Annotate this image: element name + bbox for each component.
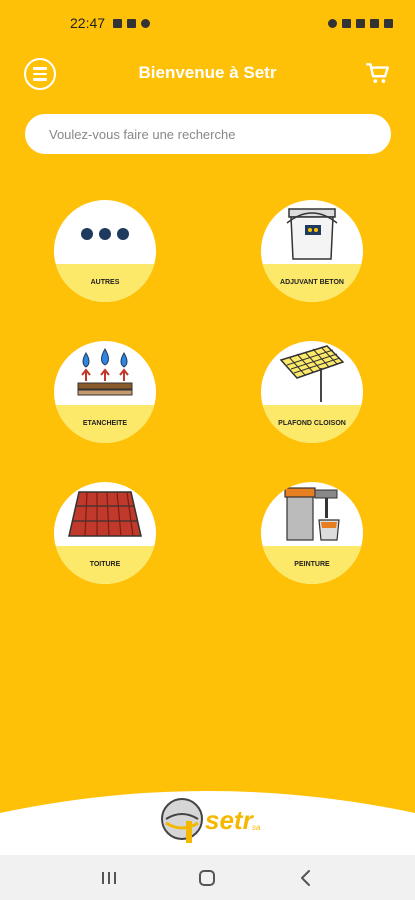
battery-icon bbox=[384, 18, 393, 28]
system-nav-bar bbox=[0, 855, 415, 900]
category-toiture[interactable]: TOITURE bbox=[54, 482, 156, 584]
category-label: ETANCHEITE bbox=[54, 405, 156, 443]
signal-2-icon bbox=[370, 18, 379, 28]
more-dots-icon bbox=[54, 200, 156, 264]
menu-icon-line bbox=[33, 72, 47, 76]
brand-name: setr bbox=[205, 805, 253, 835]
cart-icon[interactable] bbox=[365, 60, 391, 86]
signal-icon bbox=[342, 18, 351, 28]
ceiling-frame-icon bbox=[261, 341, 363, 405]
paint-tools-icon bbox=[261, 482, 363, 546]
status-time: 22:47 bbox=[70, 15, 106, 31]
home-button[interactable] bbox=[195, 866, 219, 890]
footer: setr sa bbox=[0, 783, 415, 855]
category-label: ADJUVANT BETON bbox=[261, 264, 363, 302]
cloud-icon bbox=[141, 18, 151, 28]
alarm-icon bbox=[328, 18, 337, 28]
status-notification-icons bbox=[113, 18, 151, 28]
status-system-icons bbox=[328, 18, 393, 28]
recent-apps-button[interactable] bbox=[97, 866, 121, 890]
page-title: Bienvenue à Setr bbox=[138, 63, 277, 82]
roof-tiles-icon bbox=[54, 482, 156, 546]
category-plafond-cloison[interactable]: PLAFOND CLOISON bbox=[261, 341, 363, 443]
menu-icon-line bbox=[33, 67, 47, 70]
category-label: PLAFOND CLOISON bbox=[261, 405, 363, 443]
category-label: PEINTURE bbox=[261, 546, 363, 584]
brand-suffix: sa bbox=[252, 823, 261, 832]
category-label: TOITURE bbox=[54, 546, 156, 584]
paint-bucket-icon bbox=[261, 200, 363, 264]
status-left: 22:47 bbox=[70, 15, 151, 31]
back-icon bbox=[300, 869, 310, 886]
gallery-icon bbox=[113, 18, 123, 28]
app-header: Bienvenue à Setr bbox=[0, 50, 415, 96]
category-peinture[interactable]: PEINTURE bbox=[261, 482, 363, 584]
menu-button[interactable] bbox=[24, 58, 56, 90]
wifi-icon bbox=[356, 18, 365, 28]
home-icon bbox=[199, 869, 216, 886]
recent-apps-icon bbox=[102, 871, 117, 884]
menu-icon-line bbox=[33, 78, 47, 81]
category-adjuvant-beton[interactable]: ADJUVANT BETON bbox=[261, 200, 363, 302]
search-input[interactable] bbox=[25, 114, 391, 154]
mail-icon bbox=[127, 18, 137, 28]
back-button[interactable] bbox=[294, 866, 318, 890]
waterproofing-icon bbox=[54, 341, 156, 405]
status-bar: 22:47 bbox=[0, 0, 415, 46]
category-autres[interactable]: AUTRES bbox=[54, 200, 156, 302]
category-label: AUTRES bbox=[54, 264, 156, 302]
category-etancheite[interactable]: ETANCHEITE bbox=[54, 341, 156, 443]
